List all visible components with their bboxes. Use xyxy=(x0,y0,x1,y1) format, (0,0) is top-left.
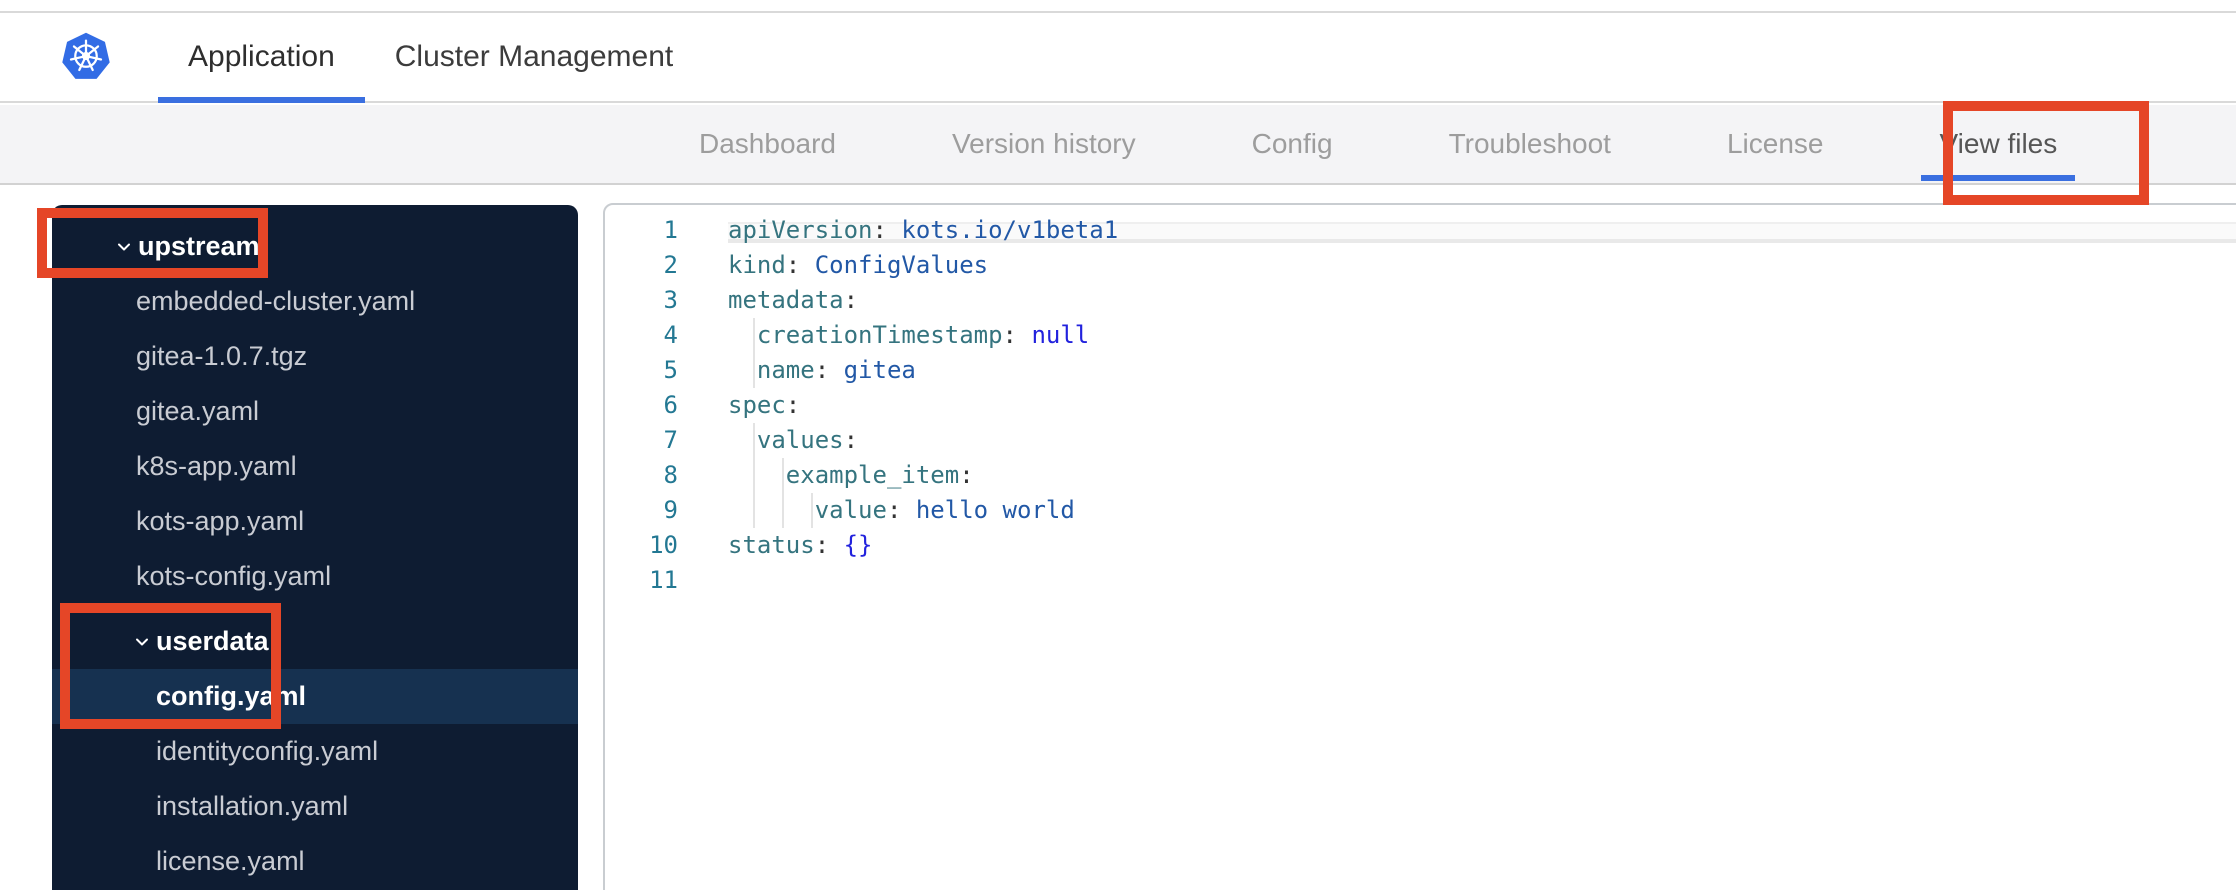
line-number: 11 xyxy=(649,566,678,594)
code-line-11[interactable]: 11 xyxy=(605,563,2236,598)
code-line-8[interactable]: 8 example_item: xyxy=(605,458,2236,493)
chevron-down-icon xyxy=(116,239,138,255)
tree-item-label: k8s-app.yaml xyxy=(136,451,297,481)
code-text: kind: ConfigValues xyxy=(728,251,989,279)
code-text: apiVersion: kots.io/v1beta1 xyxy=(728,216,1119,244)
code-line-10[interactable]: 10 status: {} xyxy=(605,528,2236,563)
code-text: status: {} xyxy=(728,531,873,559)
file-tree-sidebar: upstream embedded-cluster.yaml gitea-1.0.7… xyxy=(52,205,578,890)
tree-item-label: gitea-1.0.7.tgz xyxy=(136,341,308,371)
line-number: 10 xyxy=(649,531,678,559)
tree-file-installation-yaml[interactable]: installation.yaml xyxy=(52,779,578,834)
code-line-9[interactable]: 9 value: hello world xyxy=(605,493,2236,528)
app-nav: Dashboard Version history Config Troublesho… xyxy=(0,105,2236,185)
code-line-5[interactable]: 5 name: gitea xyxy=(605,353,2236,388)
header-tab-application[interactable]: Application xyxy=(158,13,365,103)
code-text: metadata: xyxy=(728,286,859,314)
tree-item-label: gitea.yaml xyxy=(136,396,260,426)
line-number: 8 xyxy=(663,461,678,489)
code-lines: 1 apiVersion: kots.io/v1beta1 2 kind: Confi… xyxy=(605,213,2236,598)
line-number: 5 xyxy=(663,356,678,384)
tree-item-label: userdata xyxy=(156,626,269,656)
line-number: 1 xyxy=(663,216,678,244)
nav-tab-dashboard[interactable]: Dashboard xyxy=(671,105,864,183)
tree-file-config-yaml[interactable]: config.yaml xyxy=(52,669,578,724)
indent-guide xyxy=(781,458,784,493)
code-text: spec: xyxy=(728,391,801,419)
nav-tab-troubleshoot[interactable]: Troubleshoot xyxy=(1421,105,1639,183)
line-number: 2 xyxy=(663,251,678,279)
indent-guide xyxy=(752,458,755,493)
chevron-down-icon xyxy=(134,634,156,650)
tree-folder-userdata[interactable]: userdata xyxy=(52,614,578,669)
kubernetes-logo-icon xyxy=(58,29,114,85)
code-line-1[interactable]: 1 apiVersion: kots.io/v1beta1 xyxy=(605,213,2236,248)
code-line-4[interactable]: 4 creationTimestamp: null xyxy=(605,318,2236,353)
tree-folder-upstream[interactable]: upstream xyxy=(52,219,578,274)
tree-file-k8s-app-yaml[interactable]: k8s-app.yaml xyxy=(52,439,578,494)
tree-item-label: embedded-cluster.yaml xyxy=(136,286,416,316)
code-text: example_item: xyxy=(785,461,974,489)
line-number: 4 xyxy=(663,321,678,349)
tree-item-label: config.yaml xyxy=(156,681,307,711)
line-number: 9 xyxy=(663,496,678,524)
indent-guide xyxy=(781,493,784,528)
tree-item-label: installation.yaml xyxy=(156,791,349,821)
code-text: value: hello world xyxy=(814,496,1075,524)
tree-item-label: identityconfig.yaml xyxy=(156,736,379,766)
code-line-3[interactable]: 3 metadata: xyxy=(605,283,2236,318)
code-text: values: xyxy=(756,426,859,454)
indent-guide xyxy=(752,318,755,353)
kots-admin-console: Application Cluster Management Dashboard V… xyxy=(0,0,2236,890)
nav-tab-view-files[interactable]: View files xyxy=(1911,105,2085,183)
indent-guide xyxy=(810,493,813,528)
nav-tab-config[interactable]: Config xyxy=(1224,105,1361,183)
code-line-6[interactable]: 6 spec: xyxy=(605,388,2236,423)
header-tab-cluster-management[interactable]: Cluster Management xyxy=(365,13,703,101)
tree-file-kots-app-yaml[interactable]: kots-app.yaml xyxy=(52,494,578,549)
line-number: 6 xyxy=(663,391,678,419)
indent-guide xyxy=(752,423,755,458)
line-number: 3 xyxy=(663,286,678,314)
tree-item-label: kots-config.yaml xyxy=(136,561,332,591)
code-text: creationTimestamp: null xyxy=(756,321,1090,349)
tree-file-identityconfig-yaml[interactable]: identityconfig.yaml xyxy=(52,724,578,779)
indent-guide xyxy=(752,353,755,388)
app-header: Application Cluster Management xyxy=(0,13,2236,103)
tree-file-gitea-yaml[interactable]: gitea.yaml xyxy=(52,384,578,439)
tree-file-kots-config-yaml[interactable]: kots-config.yaml xyxy=(52,549,578,604)
indent-guide xyxy=(752,493,755,528)
nav-tab-license[interactable]: License xyxy=(1699,105,1852,183)
tree-item-label: kots-app.yaml xyxy=(136,506,305,536)
code-line-2[interactable]: 2 kind: ConfigValues xyxy=(605,248,2236,283)
nav-tab-version-history[interactable]: Version history xyxy=(924,105,1164,183)
code-line-7[interactable]: 7 values: xyxy=(605,423,2236,458)
tree-file-license-yaml[interactable]: license.yaml xyxy=(52,834,578,889)
tree-item-label: upstream xyxy=(138,231,260,261)
line-number: 7 xyxy=(663,426,678,454)
nav-tabs: Dashboard Version history Config Troublesho… xyxy=(671,105,2085,183)
tree-file-embedded-cluster-yaml[interactable]: embedded-cluster.yaml xyxy=(52,274,578,329)
header-tabs: Application Cluster Management xyxy=(158,13,703,103)
code-text: name: gitea xyxy=(756,356,916,384)
tree-item-label: license.yaml xyxy=(156,846,305,876)
file-viewer-editor[interactable]: 1 apiVersion: kots.io/v1beta1 2 kind: Confi… xyxy=(603,203,2236,890)
tree-file-gitea-1-0-7-tgz[interactable]: gitea-1.0.7.tgz xyxy=(52,329,578,384)
